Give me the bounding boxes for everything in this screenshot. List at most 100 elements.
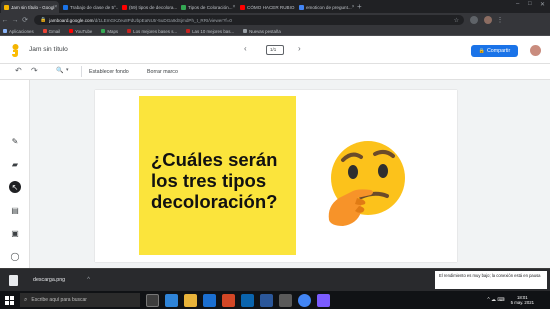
photos-icon[interactable] [279,293,292,307]
pen-icon[interactable]: ✎ [9,135,21,147]
tab-label: Trabajo de clase de 5°... [70,4,118,10]
bookmark-favicon-icon [3,29,7,33]
chrome-icon[interactable] [298,293,311,307]
notification-text: El rendimiento es muy bajo; la conexión … [439,273,541,278]
bookmark-label: Aplicaciones [9,28,34,34]
share-button[interactable]: 🔒 Compartir [471,45,518,57]
browser-tab[interactable]: Tipos de Coloración... × [178,1,236,13]
close-window-button[interactable]: ✕ [540,1,545,8]
tab-close-icon[interactable]: × [54,4,57,10]
tab-favicon-icon [240,4,245,10]
back-icon[interactable]: ← [0,17,10,24]
share-label: Compartir [486,48,511,54]
select-icon[interactable]: ↖ [9,181,21,193]
bookmark-item[interactable]: Aplicaciones [3,29,34,34]
minimize-button[interactable]: – [516,1,519,7]
taskbar-search-input[interactable]: ⌕ Escribe aquí para buscar [20,293,140,307]
bookmark-label: Los mejores bases s... [133,28,178,34]
toolbar-divider [81,66,82,77]
zoom-icon[interactable]: 🔍 [56,67,63,74]
sticky-note-icon[interactable]: ▤ [9,204,21,216]
undo-icon[interactable]: ↶ [15,66,22,75]
browser-tab[interactable]: CÓMO HACER RUBIO...× [237,1,295,13]
browser-tab[interactable]: Trabajo de clase de 5°...× [60,1,118,13]
bookmark-favicon-icon [243,29,248,33]
tab-strip: Jam sin título - Googl × Trabajo de clase … [0,0,550,13]
bookmark-item[interactable]: Maps [101,29,118,34]
bookmark-label: Gmail [48,28,61,34]
powerpoint-icon[interactable] [222,293,235,307]
thinking-face-icon[interactable] [327,138,409,226]
word-icon[interactable] [260,293,273,307]
circle-icon[interactable]: ◯ [9,250,21,262]
url-field[interactable]: 🔒 jamboard.google.com /d/1LEmGKZeu8PdUbp… [34,15,464,25]
reload-icon[interactable]: ⟳ [20,16,30,24]
bookmark-label: Nuevas pestaña [249,28,281,34]
eraser-icon[interactable]: ▰ [9,158,21,170]
profile-avatar[interactable] [484,16,492,24]
add-image-icon[interactable]: ▣ [9,227,21,239]
lock-icon: 🔒 [478,48,485,54]
chrome-menu-icon[interactable]: ⋮ [495,16,505,24]
tab-label: emoticon de pregunt... [306,4,352,10]
jamboard-app: Jam sin título ‹ 1/1 › 🔒 Compartir ↶ ↷ 🔍… [0,36,550,307]
bookmark-item[interactable]: Los mejores bases s... [127,29,177,34]
next-frame-icon[interactable]: › [298,44,301,53]
bookmark-favicon-icon [69,29,74,33]
task-view-icon[interactable] [146,293,159,307]
bookmark-item[interactable]: Nuevas pestaña [243,29,281,34]
zoom-dropdown-icon[interactable]: ▾ [66,67,69,73]
frame-bar-button[interactable]: 1/1 [266,45,284,55]
bookmark-label: Maps [107,28,119,34]
jamboard-logo-icon[interactable] [10,44,21,57]
tab-favicon-icon [63,4,68,10]
browser-tab[interactable]: emoticon de pregunt... × [296,1,354,13]
windows-taskbar: ⌕ Escribe aquí para buscar ^ ☁ ⌨ 18:01 5… [0,291,550,309]
tab-label: Jam sin título - Googl [11,4,55,10]
tab-favicon-icon [299,4,304,10]
tab-close-icon[interactable]: × [233,4,236,10]
star-icon[interactable]: ☆ [454,17,459,24]
clear-frame-button[interactable]: Borrar marco [147,69,178,75]
notification-toast[interactable]: El rendimiento es muy bajo; la conexión … [435,271,547,289]
frame-indicator: 1/1 [270,47,277,52]
file-explorer-icon[interactable] [184,293,197,307]
search-icon: ⌕ [24,296,28,303]
url-path: /d/1LEmGKZeu8PdUbpEaNUtr-5uDGa9dSjmdPh_t… [93,17,232,23]
tab-close-icon[interactable]: × [352,4,354,10]
jam-title[interactable]: Jam sin título [29,46,68,53]
set-background-button[interactable]: Establecer fondo [89,69,129,75]
tab-favicon-icon [4,4,9,10]
extension-icon[interactable] [470,16,478,24]
forward-icon[interactable]: → [10,17,20,24]
browser-tab[interactable]: (59) tipos de decolora...× [119,1,177,13]
bookmark-label: Las 10 mejores bas... [192,28,235,34]
url-host: jamboard.google.com [49,17,94,23]
file-icon [9,274,18,286]
store-icon[interactable] [203,293,216,307]
new-tab-button[interactable]: + [357,1,362,13]
redo-icon[interactable]: ↷ [31,66,38,75]
download-filename[interactable]: descarga.png [33,277,65,283]
bookmark-favicon-icon [42,29,47,33]
system-tray-icon[interactable]: ^ ☁ ⌨ [487,297,504,303]
browser-tab[interactable]: Jam sin título - Googl × [1,1,59,13]
sticky-note[interactable]: ¿Cuáles serán los tres tipos decoloració… [139,96,296,255]
windows-start-icon[interactable] [5,295,14,305]
tab-label: (59) tipos de decolora... [129,4,177,10]
bookmark-item[interactable]: Gmail [42,28,61,34]
edge-icon[interactable] [165,293,178,307]
jam-canvas[interactable]: ¿Cuáles serán los tres tipos decoloració… [95,90,457,262]
mail-icon[interactable] [241,293,254,307]
maximize-button[interactable]: □ [528,1,532,7]
jam-toolbar: ↶ ↷ 🔍 ▾ Establecer fondo Borrar marco [0,64,550,80]
bookmark-item[interactable]: YouTube [69,29,92,34]
previous-frame-icon[interactable]: ‹ [244,44,247,53]
bookmark-favicon-icon [127,29,132,33]
user-avatar[interactable] [530,45,541,56]
download-options-icon[interactable]: ^ [87,277,90,283]
clock[interactable]: 18:01 5 may. 2021 [511,295,534,306]
clock-date: 5 may. 2021 [510,300,534,305]
bookmark-item[interactable]: Las 10 mejores bas... [186,29,234,34]
app-icon[interactable] [317,293,330,307]
